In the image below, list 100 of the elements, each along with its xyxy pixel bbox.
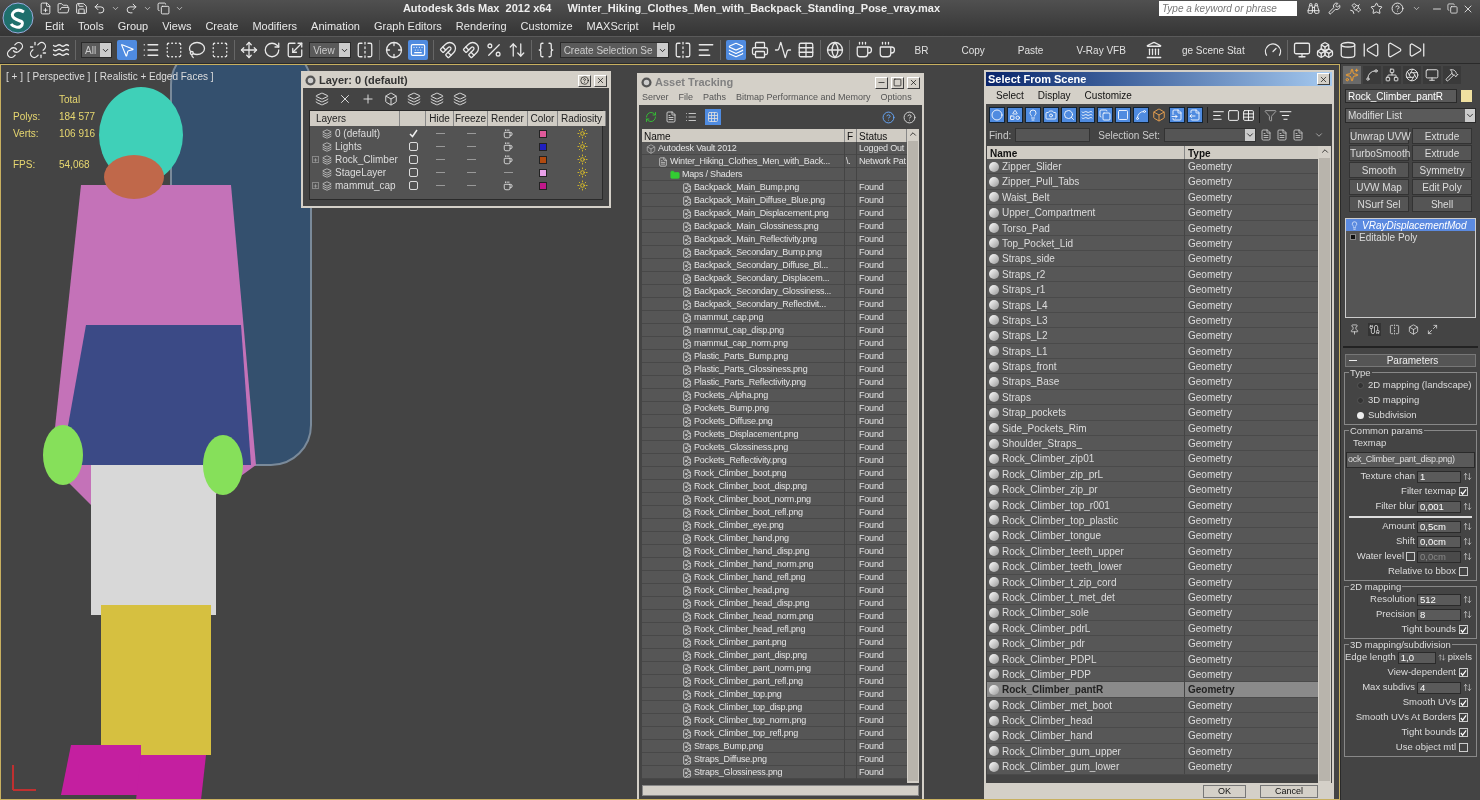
asset-name[interactable]: Straps_Diffuse.png (694, 753, 767, 767)
menu-item[interactable]: MAXScript (579, 18, 646, 35)
magnet-icon[interactable] (438, 41, 457, 59)
current-checkbox[interactable] (408, 155, 418, 164)
asset-name[interactable]: Rock_Climber_hand_norm.png (694, 558, 814, 572)
layer-name[interactable]: 0 (default) (335, 126, 381, 141)
wrench-icon[interactable] (1328, 2, 1341, 15)
color-swatch[interactable] (539, 155, 547, 164)
sun-icon[interactable] (576, 180, 588, 191)
asset-name[interactable]: Rock_Climber_pant.png (694, 636, 787, 650)
spinner-arrows-icon[interactable] (1463, 502, 1472, 511)
menu-item[interactable]: File (678, 90, 694, 105)
cube-icon[interactable] (1408, 323, 1419, 335)
modifier-button[interactable]: Extrude (1412, 145, 1472, 161)
modifier-button[interactable]: Smooth (1349, 162, 1409, 178)
layers-icon[interactable] (725, 40, 746, 60)
expand-icon[interactable] (312, 156, 319, 163)
import-icon[interactable] (1169, 107, 1185, 123)
cup-icon[interactable] (877, 41, 896, 59)
current-checkbox[interactable] (408, 181, 418, 190)
asset-name[interactable]: Rock_Climber_boot_refl.png (694, 506, 803, 520)
color-swatch[interactable] (539, 168, 547, 177)
magnet-icon[interactable] (461, 41, 480, 59)
scrollbar[interactable] (907, 129, 919, 783)
crosshair-icon[interactable] (384, 41, 403, 59)
pin-icon[interactable] (1349, 323, 1360, 335)
star-icon[interactable] (1370, 2, 1383, 15)
unlink-icon[interactable] (29, 41, 47, 59)
asset-name[interactable]: Rock_Climber_head_norm.png (694, 610, 814, 624)
column-header[interactable]: Freeze (454, 111, 488, 126)
square-icon[interactable] (1115, 107, 1131, 123)
menu-item[interactable]: Graph Editors (366, 18, 449, 35)
bones-icon[interactable] (1133, 107, 1149, 123)
restore-icon[interactable] (1447, 3, 1458, 14)
menu-item[interactable]: Paths (703, 90, 727, 105)
modifier-list-dropdown[interactable]: Modifier List (1345, 108, 1476, 123)
selection-set-dropdown[interactable] (1163, 128, 1256, 142)
asset-name[interactable]: Pockets_Glossiness.png (694, 441, 789, 455)
viewport-label[interactable]: [ + ] (6, 69, 23, 84)
modifier-button[interactable]: Shell (1412, 196, 1472, 212)
spinner-field[interactable]: 8 (1417, 608, 1461, 621)
curve-icon[interactable] (773, 41, 792, 59)
asset-name[interactable]: Rock_Climber_head.png (694, 584, 789, 598)
plus-icon[interactable] (361, 92, 375, 106)
gauge-icon[interactable] (1263, 41, 1282, 59)
asset-name[interactable]: Plastic_Parts_Reflectivity.png (694, 376, 806, 390)
asset-name[interactable]: mammut_cap.png (694, 311, 764, 325)
sun-icon[interactable] (576, 141, 588, 152)
scene-object-row[interactable]: Straps_Base Geometry (987, 374, 1318, 390)
binoculars-icon[interactable] (1307, 2, 1320, 15)
sun-icon[interactable] (576, 128, 588, 139)
spinner-arrows-icon[interactable] (1463, 610, 1472, 619)
hierarchy-icon[interactable] (1383, 66, 1401, 84)
scene-object-row[interactable]: Rock_Climber_pdr Geometry (987, 636, 1318, 652)
building-icon[interactable] (1144, 41, 1163, 59)
camera-icon[interactable] (1043, 107, 1059, 123)
spinner-field[interactable]: 0,001 (1417, 500, 1461, 513)
caret-icon[interactable] (1244, 129, 1255, 141)
asset-name[interactable]: Pockets_Displacement.png (694, 428, 799, 442)
satellite-icon[interactable] (1349, 2, 1362, 15)
lasso-icon[interactable] (188, 41, 207, 59)
checkbox[interactable] (1459, 567, 1468, 576)
curve-icon[interactable] (1363, 66, 1381, 84)
link-icon[interactable] (6, 41, 24, 59)
cup-icon[interactable] (503, 141, 513, 152)
sphere-icon[interactable] (989, 107, 1005, 123)
spinner-arrows-icon[interactable] (1463, 595, 1472, 604)
column-header[interactable]: Hide (426, 111, 454, 126)
color-swatch[interactable] (539, 142, 547, 151)
dialog-button[interactable]: OK (1202, 784, 1246, 798)
monitor-icon[interactable] (1423, 66, 1441, 84)
color-swatch[interactable] (539, 129, 547, 138)
modifier-button[interactable]: NSurf Sel (1349, 196, 1409, 212)
layers-icon[interactable] (453, 92, 467, 106)
boxes-icon[interactable] (1315, 41, 1334, 59)
asset-name[interactable]: Pockets_Diffuse.png (694, 415, 773, 429)
column-header[interactable]: Color (528, 111, 558, 126)
layer-name[interactable]: Lights (335, 139, 362, 154)
scene-object-row[interactable]: Rock_Climber_head Geometry (987, 713, 1318, 729)
scrollbar[interactable] (642, 785, 919, 796)
scene-object-row[interactable]: Shoulder_Straps_ Geometry (987, 436, 1318, 452)
expand-icon[interactable] (1350, 234, 1356, 240)
asset-name[interactable]: Backpack_Secondary_Glossiness... (694, 285, 832, 299)
modifier-stack-item[interactable]: Editable Poly (1346, 231, 1475, 243)
scene-object-row[interactable]: Rock_Climber_hand Geometry (987, 728, 1318, 744)
layers-icon[interactable] (430, 92, 444, 106)
asset-name[interactable]: Rock_Climber_top.png (694, 688, 782, 702)
spinner-field[interactable]: 1 (1417, 470, 1461, 483)
cup-icon[interactable] (503, 180, 513, 191)
search-icon[interactable] (1061, 107, 1077, 123)
checkbox[interactable] (1459, 713, 1468, 722)
checkbox[interactable] (1459, 668, 1468, 677)
checkbox[interactable] (1459, 743, 1468, 752)
export-icon[interactable] (1187, 107, 1203, 123)
printer-icon[interactable] (750, 41, 769, 59)
current-checkbox[interactable] (408, 142, 418, 151)
expand-icon[interactable] (312, 182, 319, 189)
menu-item[interactable]: Edit (38, 18, 71, 35)
asset-name[interactable]: Rock_Climber_head_refl.png (694, 623, 806, 637)
menu-item[interactable]: Customize (513, 18, 580, 35)
